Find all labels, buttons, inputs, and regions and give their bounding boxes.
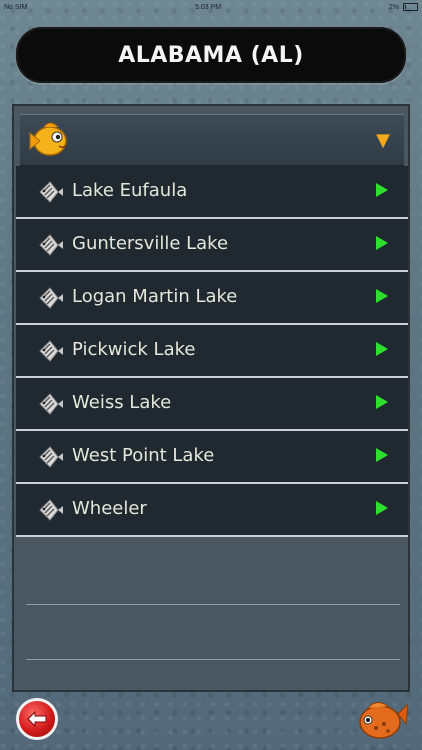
- empty-row-divider: [26, 659, 400, 660]
- back-button[interactable]: [16, 698, 58, 740]
- time-label: 5:03 PM: [195, 3, 222, 11]
- back-arrow-icon: [27, 710, 47, 728]
- lake-name: Wheeler: [72, 498, 147, 519]
- list-item[interactable]: Wheeler: [16, 484, 408, 537]
- lake-list: Lake Eufaula Guntersville Lake Logan Mar…: [16, 166, 408, 537]
- list-item[interactable]: Lake Eufaula: [16, 166, 408, 219]
- lake-name: Pickwick Lake: [72, 339, 196, 360]
- angelfish-icon: [39, 446, 63, 468]
- lake-name: Weiss Lake: [72, 392, 172, 413]
- angelfish-icon: [39, 287, 63, 309]
- angelfish-icon: [39, 234, 63, 256]
- battery-icon: [402, 3, 418, 11]
- lake-name: Lake Eufaula: [72, 180, 188, 201]
- status-right: 2%: [389, 3, 418, 11]
- carrier-label: No SIM: [4, 3, 28, 11]
- lake-name: West Point Lake: [72, 445, 215, 466]
- list-item[interactable]: Logan Martin Lake: [16, 272, 408, 325]
- battery-percent: 2%: [388, 3, 399, 11]
- status-bar: No SIM 5:03 PM 2%: [0, 0, 422, 14]
- angelfish-icon: [39, 181, 63, 203]
- play-arrow-icon: [376, 236, 388, 250]
- page-title: ALABAMA (AL): [118, 42, 304, 68]
- empty-row-divider: [26, 604, 400, 605]
- lake-name: Logan Martin Lake: [72, 286, 238, 307]
- list-item[interactable]: Guntersville Lake: [16, 219, 408, 272]
- lake-list-panel: ▼ Lake Eufaula Guntersville Lake Logan M…: [12, 104, 410, 692]
- angelfish-icon: [39, 393, 63, 415]
- play-arrow-icon: [376, 448, 388, 462]
- orange-fish-icon: [359, 702, 409, 739]
- title-bar: ALABAMA (AL): [16, 27, 406, 83]
- list-item[interactable]: West Point Lake: [16, 431, 408, 484]
- goldfish-icon: [29, 122, 67, 156]
- lake-name: Guntersville Lake: [72, 233, 229, 254]
- play-arrow-icon: [376, 289, 388, 303]
- play-arrow-icon: [376, 342, 388, 356]
- chevron-down-icon: ▼: [376, 130, 390, 151]
- play-arrow-icon: [376, 183, 388, 197]
- play-arrow-icon: [376, 501, 388, 515]
- list-item[interactable]: Pickwick Lake: [16, 325, 408, 378]
- angelfish-icon: [39, 340, 63, 362]
- play-arrow-icon: [376, 395, 388, 409]
- list-item[interactable]: Weiss Lake: [16, 378, 408, 431]
- lake-filter-dropdown[interactable]: ▼: [20, 114, 404, 166]
- angelfish-icon: [39, 499, 63, 521]
